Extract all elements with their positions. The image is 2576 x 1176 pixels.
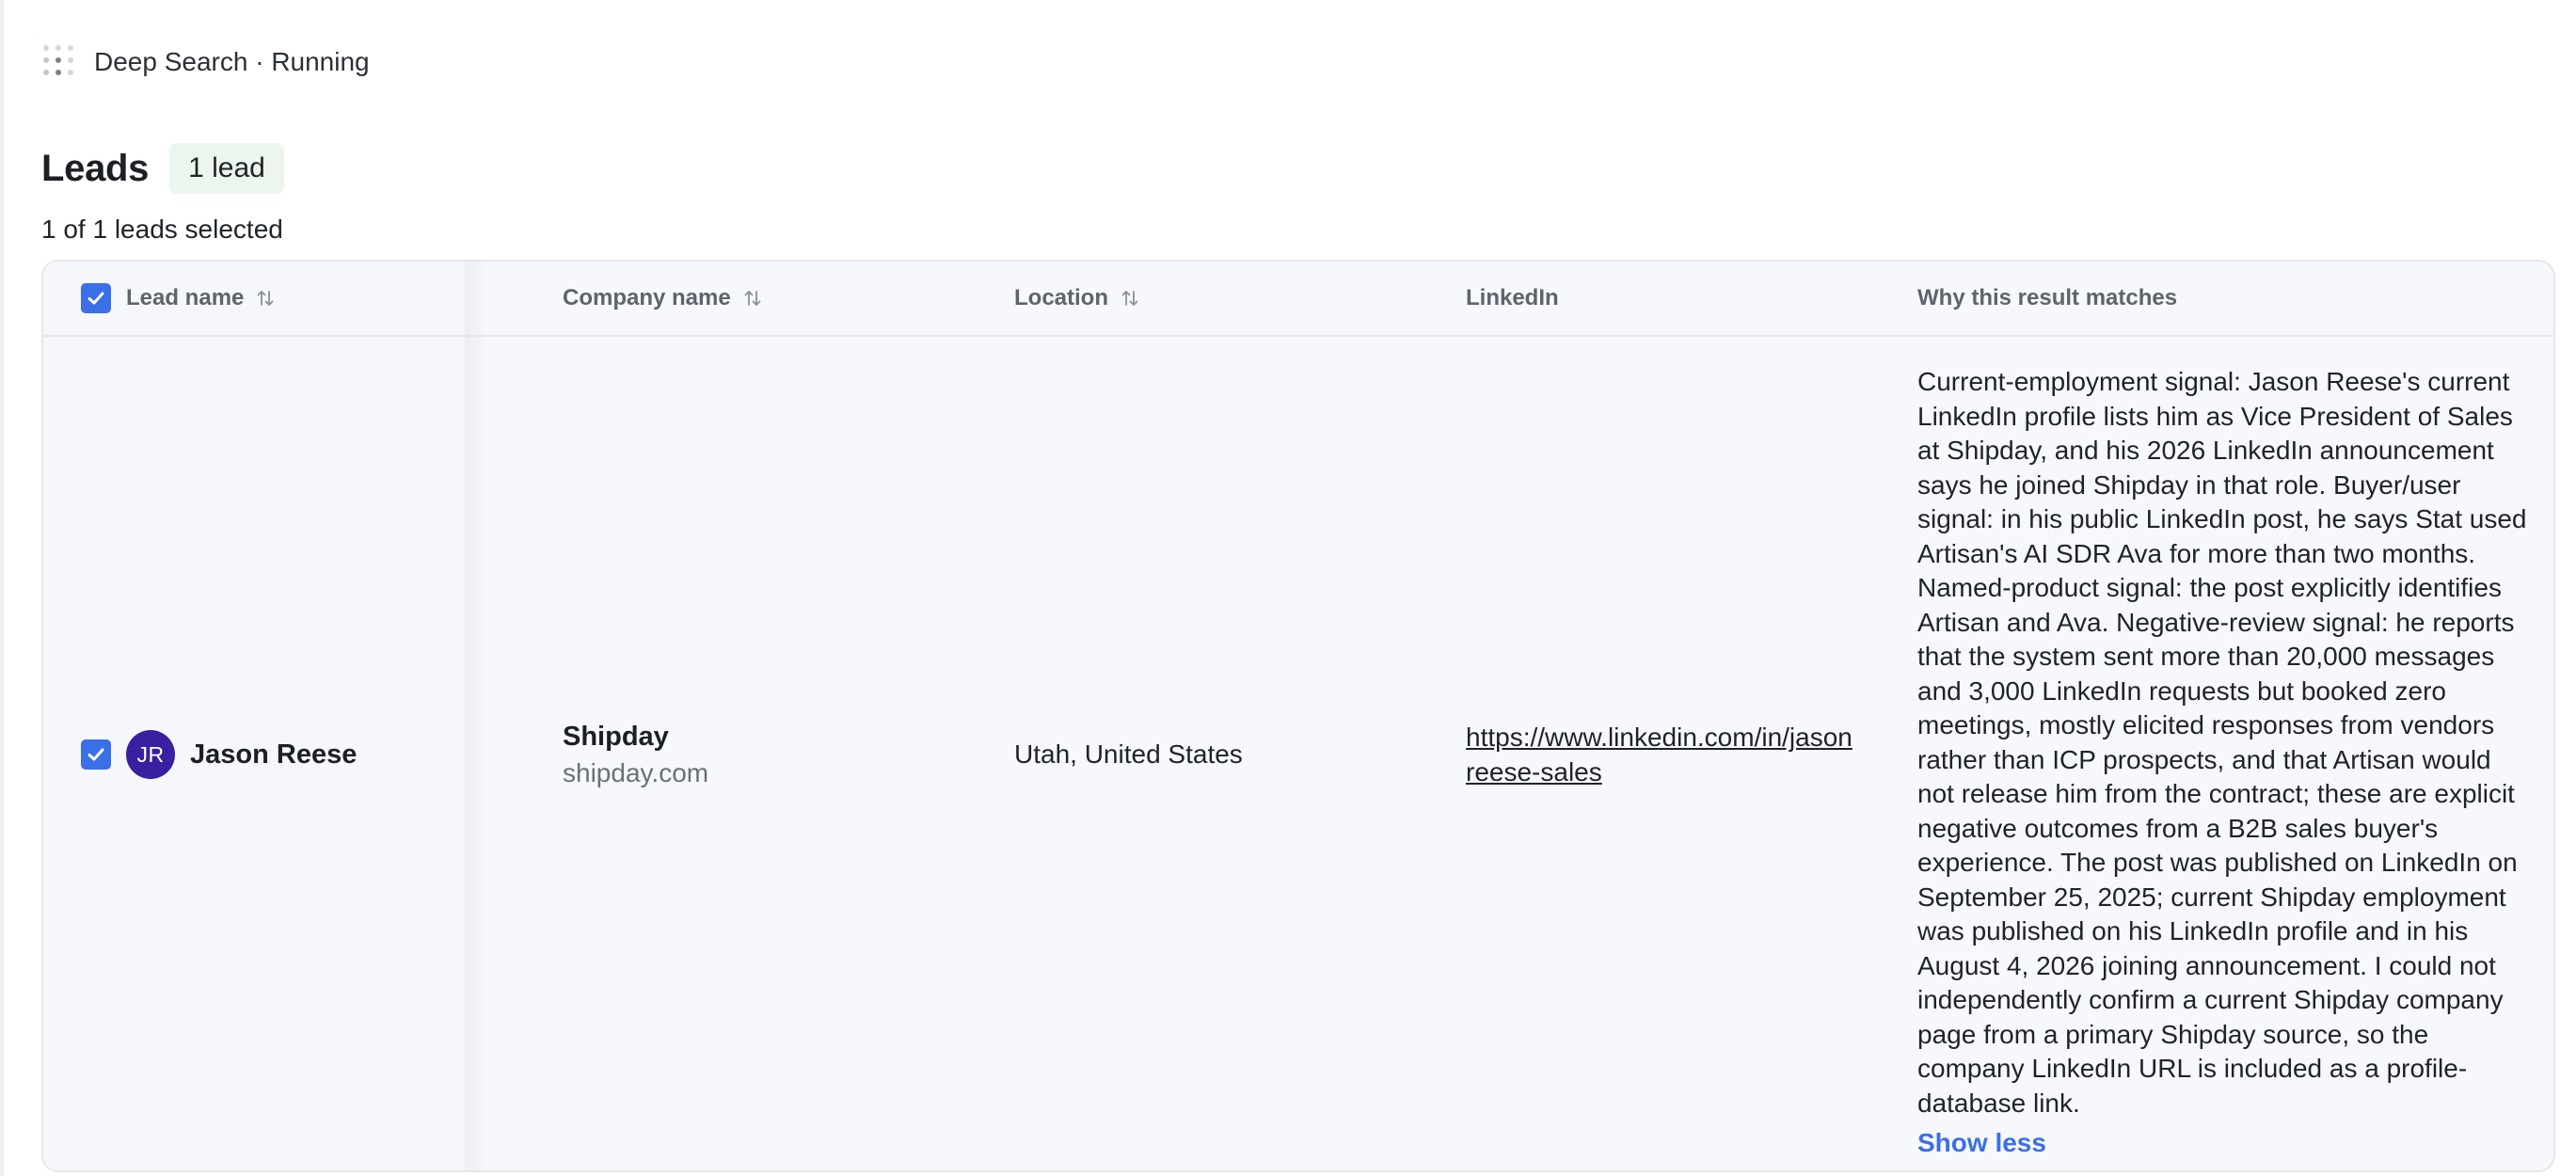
company-domain: shipday.com (563, 757, 709, 787)
column-label: Lead name (126, 285, 245, 310)
sort-icon[interactable] (742, 288, 763, 309)
check-icon (87, 748, 104, 761)
column-header-lead-name[interactable]: Lead name (81, 262, 276, 335)
company-name: Shipday (563, 721, 669, 752)
topbar: Deep Search · Running (43, 41, 370, 83)
location-value: Utah, United States (1014, 739, 1243, 769)
page-title: Leads (41, 147, 150, 189)
sort-icon[interactable] (1120, 288, 1140, 309)
column-label: Why this result matches (1917, 285, 2178, 310)
linkedin-link[interactable]: https://www.linkedin.com/in/jasonreese-s… (1466, 720, 1861, 789)
column-label: LinkedIn (1466, 285, 1559, 310)
leads-table: Lead name Company name Location LinkedIn… (41, 260, 2555, 1172)
company-cell: Shipday shipday.com (563, 337, 709, 1170)
lead-cell: JR Jason Reese (81, 337, 358, 1170)
location-cell: Utah, United States (1014, 337, 1243, 1170)
leads-header: Leads 1 lead (41, 143, 284, 194)
column-header-linkedin: LinkedIn (1466, 262, 1559, 335)
linkedin-cell: https://www.linkedin.com/in/jasonreese-s… (1466, 337, 1861, 1170)
check-icon (87, 292, 104, 305)
column-label: Location (1014, 285, 1108, 310)
dots-grid-icon (43, 45, 77, 79)
column-header-location[interactable]: Location (1014, 262, 1140, 335)
topbar-title: Deep Search · Running (94, 47, 370, 76)
lead-count-badge: 1 lead (169, 143, 284, 194)
select-all-checkbox[interactable] (81, 283, 111, 313)
why-match-cell: Current-employment signal: Jason Reese's… (1917, 365, 2529, 1158)
left-edge-divider (0, 0, 4, 1176)
column-header-why-match: Why this result matches (1917, 262, 2177, 335)
avatar: JR (126, 730, 175, 779)
show-less-link[interactable]: Show less (1917, 1128, 2046, 1158)
lead-name: Jason Reese (190, 739, 358, 770)
row-select-checkbox[interactable] (81, 739, 111, 770)
sort-icon[interactable] (255, 288, 276, 309)
table-header: Lead name Company name Location LinkedIn… (43, 262, 2553, 337)
selection-summary: 1 of 1 leads selected (41, 215, 283, 244)
column-label: Company name (563, 285, 731, 310)
column-header-company-name[interactable]: Company name (563, 262, 763, 335)
why-match-text: Current-employment signal: Jason Reese's… (1917, 367, 2527, 1118)
table-row[interactable]: JR Jason Reese Shipday shipday.com Utah,… (43, 337, 2553, 1170)
